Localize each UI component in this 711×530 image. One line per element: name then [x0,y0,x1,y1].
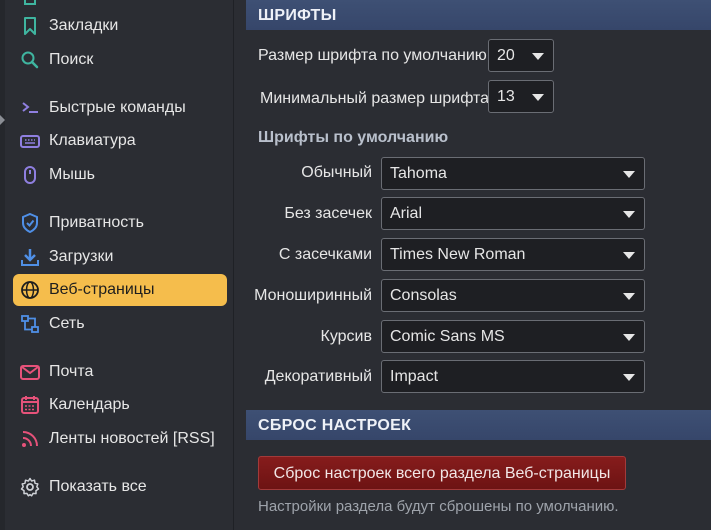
sidebar-item-partial[interactable] [13,0,227,10]
chevron-down-icon [623,334,635,341]
network-icon [20,314,40,334]
sidebar-item-keyboard[interactable]: Клавиатура [13,125,227,157]
default-font-size-select[interactable]: 20 [488,39,554,72]
chevron-down-icon [532,53,544,60]
font-fantasy-select[interactable]: Impact [381,360,645,393]
sidebar-item-webpages[interactable]: Веб-страницы [13,274,227,306]
sidebar-item-quick-commands[interactable]: Быстрые команды [13,92,227,124]
terminal-icon [20,98,40,118]
sidebar-item-label: Ленты новостей [RSS] [49,430,215,447]
sidebar-item-bookmarks[interactable]: Закладки [13,10,227,42]
min-font-size-select[interactable]: 13 [488,80,554,113]
sidebar-item-label: Загрузки [49,248,114,265]
font-sans-serif-select[interactable]: Arial [381,197,645,230]
default-font-size-label: Размер шрифта по умолчанию [258,47,487,64]
sidebar-item-search[interactable]: Поиск [13,44,227,76]
select-value: 13 [497,88,515,105]
reset-note: Настройки раздела будут сброшены по умол… [258,498,619,515]
chevron-down-icon [623,252,635,259]
panel-edge[interactable] [0,0,5,530]
sidebar-item-label: Веб-страницы [49,281,155,298]
select-value: Tahoma [390,165,447,182]
select-value: 20 [497,47,515,64]
sidebar-item-label: Быстрые команды [49,99,186,116]
chevron-down-icon [623,293,635,300]
default-fonts-heading: Шрифты по умолчанию [258,129,449,146]
mail-icon [20,362,40,382]
sidebar-item-label: Поиск [49,51,94,68]
font-fantasy-label: Декоративный [264,368,372,385]
sidebar-item-calendar[interactable]: Календарь [13,389,227,421]
sidebar-item-label: Мышь [49,166,95,183]
chevron-down-icon [532,94,544,101]
sidebar-item-network[interactable]: Сеть [13,308,227,340]
expand-arrow-icon[interactable] [0,115,5,125]
sidebar-item-mouse[interactable]: Мышь [13,159,227,191]
settings-sidebar: Закладки Поиск Быстрые команды Клавиатур… [0,0,234,530]
font-serif-select[interactable]: Times New Roman [381,238,645,271]
shield-icon [20,212,40,234]
select-value: Impact [390,368,439,385]
sidebar-item-show-all[interactable]: Показать все [13,471,227,503]
font-monospace-select[interactable]: Consolas [381,279,645,312]
sidebar-item-mail[interactable]: Почта [13,356,227,388]
font-regular-select[interactable]: Tahoma [381,157,645,190]
select-value: Times New Roman [390,246,526,263]
sidebar-item-label: Приватность [49,214,144,231]
chevron-down-icon [623,171,635,178]
select-value: Arial [390,205,423,222]
font-serif-label: С засечками [278,246,372,263]
mouse-icon [20,165,40,185]
download-icon [20,247,40,267]
chevron-down-icon [623,374,635,381]
sidebar-item-label: Сеть [49,315,85,332]
font-monospace-label: Моноширинный [254,287,372,304]
font-sans-serif-label: Без засечек [284,205,372,222]
keyboard-icon [20,131,40,151]
select-value: Consolas [390,287,457,304]
partial-icon [20,0,40,8]
select-value: Comic Sans MS [390,328,505,345]
search-icon [20,50,40,70]
sidebar-item-downloads[interactable]: Загрузки [13,241,227,273]
chevron-down-icon [623,211,635,218]
sidebar-item-label: Календарь [49,396,130,413]
fonts-section-header: ШРИФТЫ [246,0,711,30]
bookmark-icon [20,16,40,36]
font-cursive-label: Курсив [320,328,372,345]
sidebar-item-privacy[interactable]: Приватность [13,207,227,239]
sidebar-item-label: Клавиатура [49,132,136,149]
sidebar-item-rss[interactable]: Ленты новостей [RSS] [13,423,227,455]
gear-icon [20,477,40,497]
calendar-icon [20,395,40,415]
sidebar-item-label: Показать все [49,478,147,495]
globe-icon [20,280,40,300]
reset-section-header: СБРОС НАСТРОЕК [246,410,711,440]
rss-icon [20,429,40,449]
min-font-size-label: Минимальный размер шрифта [260,90,490,107]
sidebar-item-label: Почта [49,363,94,380]
settings-content: ШРИФТЫ Размер шрифта по умолчанию 20 Мин… [246,0,711,530]
sidebar-item-label: Закладки [49,17,119,34]
font-cursive-select[interactable]: Comic Sans MS [381,320,645,353]
reset-webpages-button[interactable]: Сброс настроек всего раздела Веб-страниц… [258,456,626,490]
font-regular-label: Обычный [301,164,372,181]
